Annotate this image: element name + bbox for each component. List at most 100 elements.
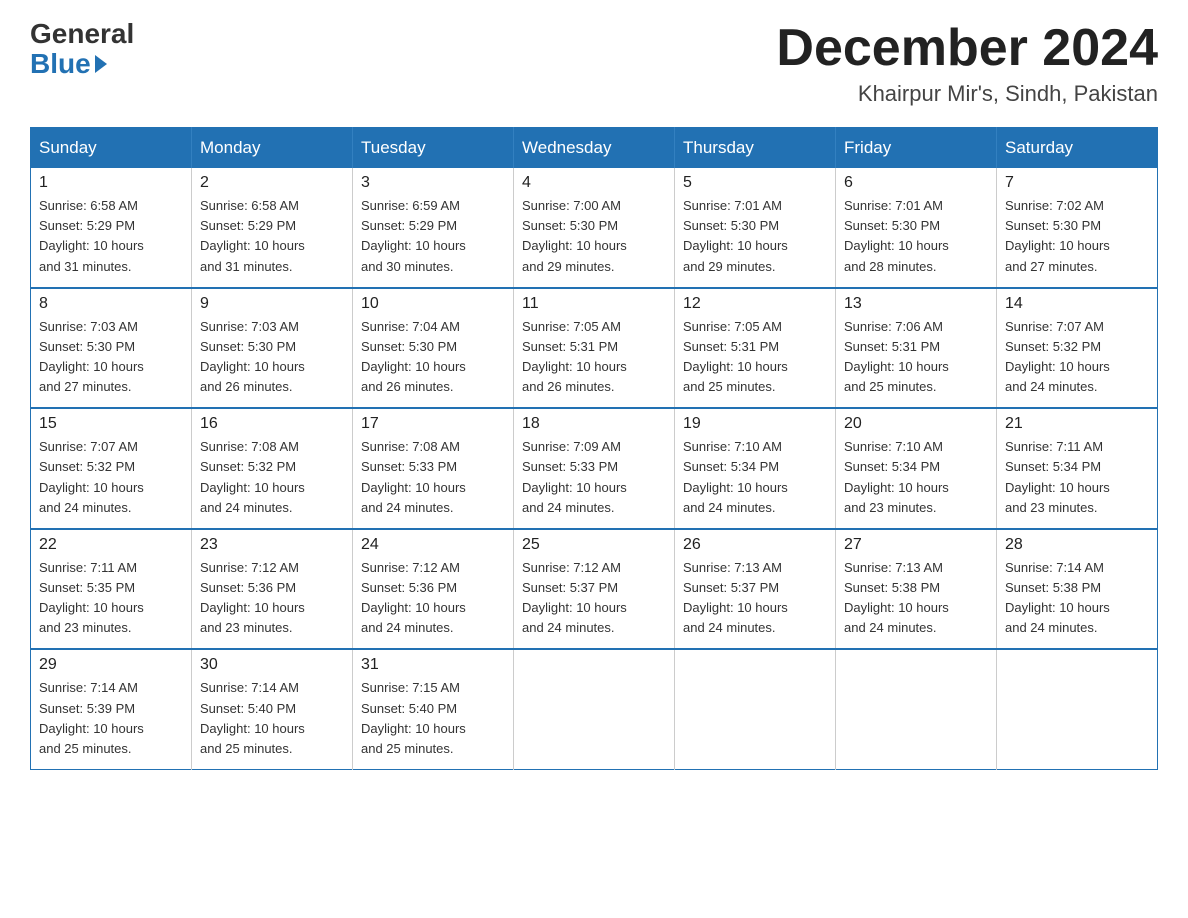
calendar-header-friday: Friday xyxy=(836,128,997,169)
day-info: Sunrise: 7:11 AMSunset: 5:34 PMDaylight:… xyxy=(1005,437,1149,518)
calendar-day-cell: 30 Sunrise: 7:14 AMSunset: 5:40 PMDayligh… xyxy=(192,649,353,769)
day-number: 23 xyxy=(200,536,344,554)
calendar-day-cell: 21 Sunrise: 7:11 AMSunset: 5:34 PMDayligh… xyxy=(997,408,1158,529)
calendar-header-monday: Monday xyxy=(192,128,353,169)
day-info: Sunrise: 7:10 AMSunset: 5:34 PMDaylight:… xyxy=(683,437,827,518)
day-number: 13 xyxy=(844,295,988,313)
day-info: Sunrise: 7:04 AMSunset: 5:30 PMDaylight:… xyxy=(361,317,505,398)
calendar-day-cell xyxy=(514,649,675,769)
day-number: 6 xyxy=(844,174,988,192)
day-info: Sunrise: 7:12 AMSunset: 5:36 PMDaylight:… xyxy=(200,558,344,639)
day-info: Sunrise: 7:08 AMSunset: 5:32 PMDaylight:… xyxy=(200,437,344,518)
calendar-day-cell: 7Sunrise: 7:02 AMSunset: 5:30 PMDaylight… xyxy=(997,168,1158,288)
day-info: Sunrise: 7:05 AMSunset: 5:31 PMDaylight:… xyxy=(683,317,827,398)
logo-arrow-icon xyxy=(95,55,107,73)
calendar-day-cell: 3Sunrise: 6:59 AMSunset: 5:29 PMDaylight… xyxy=(353,168,514,288)
day-number: 5 xyxy=(683,174,827,192)
calendar-day-cell: 12 Sunrise: 7:05 AMSunset: 5:31 PMDayligh… xyxy=(675,288,836,409)
calendar-day-cell: 2 Sunrise: 6:58 AMSunset: 5:29 PMDaylight… xyxy=(192,168,353,288)
day-number: 21 xyxy=(1005,415,1149,433)
day-number: 8 xyxy=(39,295,183,313)
logo-general-text: General xyxy=(30,20,134,48)
day-number: 30 xyxy=(200,656,344,674)
day-info: Sunrise: 7:02 AMSunset: 5:30 PMDaylight:… xyxy=(1005,196,1149,277)
calendar-day-cell: 6Sunrise: 7:01 AMSunset: 5:30 PMDaylight… xyxy=(836,168,997,288)
day-info: Sunrise: 7:01 AMSunset: 5:30 PMDaylight:… xyxy=(683,196,827,277)
day-info: Sunrise: 7:11 AMSunset: 5:35 PMDaylight:… xyxy=(39,558,183,639)
calendar-week-row: 22 Sunrise: 7:11 AMSunset: 5:35 PMDayligh… xyxy=(31,529,1158,650)
day-info: Sunrise: 7:15 AMSunset: 5:40 PMDaylight:… xyxy=(361,678,505,759)
calendar-day-cell: 29 Sunrise: 7:14 AMSunset: 5:39 PMDayligh… xyxy=(31,649,192,769)
calendar-day-cell: 1Sunrise: 6:58 AMSunset: 5:29 PMDaylight… xyxy=(31,168,192,288)
day-number: 10 xyxy=(361,295,505,313)
location-subtitle: Khairpur Mir's, Sindh, Pakistan xyxy=(776,81,1158,107)
page-header: General Blue December 2024 Khairpur Mir'… xyxy=(30,20,1158,107)
calendar-header-row: SundayMondayTuesdayWednesdayThursdayFrid… xyxy=(31,128,1158,169)
day-number: 4 xyxy=(522,174,666,192)
calendar-day-cell: 24 Sunrise: 7:12 AMSunset: 5:36 PMDayligh… xyxy=(353,529,514,650)
calendar-day-cell xyxy=(836,649,997,769)
calendar-day-cell: 19Sunrise: 7:10 AMSunset: 5:34 PMDayligh… xyxy=(675,408,836,529)
day-info: Sunrise: 7:05 AMSunset: 5:31 PMDaylight:… xyxy=(522,317,666,398)
calendar-day-cell: 31 Sunrise: 7:15 AMSunset: 5:40 PMDayligh… xyxy=(353,649,514,769)
calendar-day-cell: 18Sunrise: 7:09 AMSunset: 5:33 PMDayligh… xyxy=(514,408,675,529)
calendar-day-cell: 4 Sunrise: 7:00 AMSunset: 5:30 PMDaylight… xyxy=(514,168,675,288)
day-number: 1 xyxy=(39,174,183,192)
calendar-day-cell: 27 Sunrise: 7:13 AMSunset: 5:38 PMDayligh… xyxy=(836,529,997,650)
day-number: 14 xyxy=(1005,295,1149,313)
day-info: Sunrise: 7:03 AMSunset: 5:30 PMDaylight:… xyxy=(39,317,183,398)
day-number: 16 xyxy=(200,415,344,433)
day-number: 20 xyxy=(844,415,988,433)
day-info: Sunrise: 7:14 AMSunset: 5:38 PMDaylight:… xyxy=(1005,558,1149,639)
day-info: Sunrise: 7:06 AMSunset: 5:31 PMDaylight:… xyxy=(844,317,988,398)
day-info: Sunrise: 7:12 AMSunset: 5:36 PMDaylight:… xyxy=(361,558,505,639)
calendar-week-row: 29 Sunrise: 7:14 AMSunset: 5:39 PMDayligh… xyxy=(31,649,1158,769)
month-title: December 2024 xyxy=(776,20,1158,77)
calendar-day-cell: 20 Sunrise: 7:10 AMSunset: 5:34 PMDayligh… xyxy=(836,408,997,529)
calendar-day-cell: 26 Sunrise: 7:13 AMSunset: 5:37 PMDayligh… xyxy=(675,529,836,650)
day-number: 26 xyxy=(683,536,827,554)
calendar-day-cell xyxy=(997,649,1158,769)
day-info: Sunrise: 7:00 AMSunset: 5:30 PMDaylight:… xyxy=(522,196,666,277)
day-number: 29 xyxy=(39,656,183,674)
day-info: Sunrise: 7:14 AMSunset: 5:39 PMDaylight:… xyxy=(39,678,183,759)
calendar-day-cell: 28 Sunrise: 7:14 AMSunset: 5:38 PMDayligh… xyxy=(997,529,1158,650)
calendar-header-saturday: Saturday xyxy=(997,128,1158,169)
day-number: 2 xyxy=(200,174,344,192)
day-number: 27 xyxy=(844,536,988,554)
day-info: Sunrise: 7:10 AMSunset: 5:34 PMDaylight:… xyxy=(844,437,988,518)
day-info: Sunrise: 7:14 AMSunset: 5:40 PMDaylight:… xyxy=(200,678,344,759)
day-number: 31 xyxy=(361,656,505,674)
calendar-day-cell: 8 Sunrise: 7:03 AMSunset: 5:30 PMDaylight… xyxy=(31,288,192,409)
day-number: 22 xyxy=(39,536,183,554)
day-number: 24 xyxy=(361,536,505,554)
day-info: Sunrise: 7:09 AMSunset: 5:33 PMDaylight:… xyxy=(522,437,666,518)
logo: General Blue xyxy=(30,20,134,80)
logo-blue-text: Blue xyxy=(30,48,107,80)
day-info: Sunrise: 7:07 AMSunset: 5:32 PMDaylight:… xyxy=(1005,317,1149,398)
day-info: Sunrise: 7:13 AMSunset: 5:37 PMDaylight:… xyxy=(683,558,827,639)
calendar-day-cell: 16 Sunrise: 7:08 AMSunset: 5:32 PMDayligh… xyxy=(192,408,353,529)
day-number: 11 xyxy=(522,295,666,313)
calendar-day-cell: 17Sunrise: 7:08 AMSunset: 5:33 PMDayligh… xyxy=(353,408,514,529)
day-number: 25 xyxy=(522,536,666,554)
day-info: Sunrise: 7:12 AMSunset: 5:37 PMDaylight:… xyxy=(522,558,666,639)
day-number: 12 xyxy=(683,295,827,313)
day-info: Sunrise: 7:08 AMSunset: 5:33 PMDaylight:… xyxy=(361,437,505,518)
day-number: 28 xyxy=(1005,536,1149,554)
calendar-day-cell: 10 Sunrise: 7:04 AMSunset: 5:30 PMDayligh… xyxy=(353,288,514,409)
calendar-header-thursday: Thursday xyxy=(675,128,836,169)
calendar-day-cell: 13 Sunrise: 7:06 AMSunset: 5:31 PMDayligh… xyxy=(836,288,997,409)
calendar-header-sunday: Sunday xyxy=(31,128,192,169)
day-info: Sunrise: 7:13 AMSunset: 5:38 PMDaylight:… xyxy=(844,558,988,639)
calendar-week-row: 1 Sunrise: 6:58 AMSunset: 5:29 PMDaylight… xyxy=(31,168,1158,288)
day-number: 15 xyxy=(39,415,183,433)
day-info: Sunrise: 7:07 AMSunset: 5:32 PMDaylight:… xyxy=(39,437,183,518)
calendar-day-cell: 14 Sunrise: 7:07 AMSunset: 5:32 PMDayligh… xyxy=(997,288,1158,409)
title-block: December 2024 Khairpur Mir's, Sindh, Pak… xyxy=(776,20,1158,107)
day-info: Sunrise: 6:59 AMSunset: 5:29 PMDaylight:… xyxy=(361,196,505,277)
calendar-header-tuesday: Tuesday xyxy=(353,128,514,169)
calendar-table: SundayMondayTuesdayWednesdayThursdayFrid… xyxy=(30,127,1158,770)
day-info: Sunrise: 6:58 AMSunset: 5:29 PMDaylight:… xyxy=(200,196,344,277)
calendar-day-cell: 23 Sunrise: 7:12 AMSunset: 5:36 PMDayligh… xyxy=(192,529,353,650)
